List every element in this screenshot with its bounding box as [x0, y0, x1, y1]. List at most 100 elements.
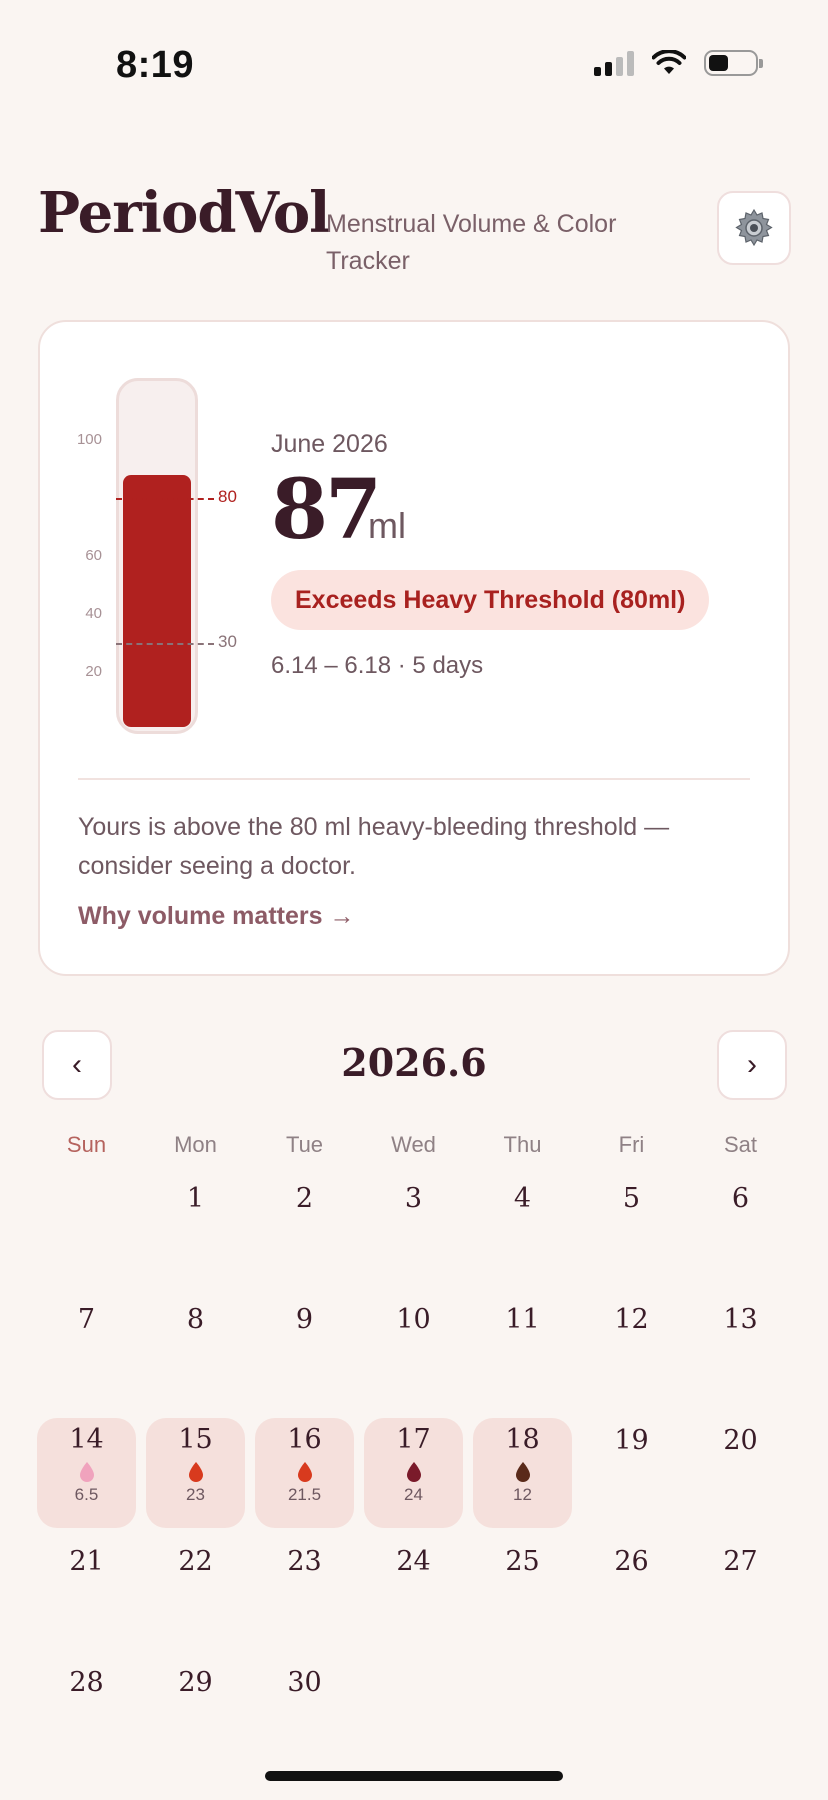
blood-drop-icon: [79, 1462, 94, 1482]
day-cell[interactable]: 3: [359, 1170, 468, 1291]
summary-card: June 2026 87 ml Exceeds Heavy Threshold …: [38, 320, 790, 976]
day-number: 29: [178, 1667, 213, 1698]
day-cell[interactable]: 7: [32, 1291, 141, 1412]
day-cell[interactable]: 8: [141, 1291, 250, 1412]
day-cell[interactable]: 5: [577, 1170, 686, 1291]
status-bar: 8:19: [0, 0, 828, 130]
day-number: 3: [404, 1183, 423, 1214]
day-cell[interactable]: 25: [468, 1533, 577, 1654]
day-number: 25: [505, 1546, 540, 1577]
day-cell[interactable]: 12: [577, 1291, 686, 1412]
day-cell[interactable]: 13: [686, 1291, 795, 1412]
day-volume: 12: [513, 1485, 532, 1504]
gauge-tick-label: 40: [85, 605, 102, 622]
day-number: 30: [287, 1667, 322, 1698]
day-number: 11: [505, 1304, 540, 1335]
day-cell[interactable]: 11: [468, 1291, 577, 1412]
day-cell[interactable]: 15 23: [141, 1412, 250, 1533]
day-number: 8: [186, 1304, 205, 1335]
day-number: 22: [178, 1546, 213, 1577]
day-number: 24: [396, 1546, 431, 1577]
day-cell[interactable]: 9: [250, 1291, 359, 1412]
day-number: 13: [723, 1304, 758, 1335]
day-number: 1: [186, 1183, 205, 1214]
gauge-threshold-label: 80: [218, 487, 237, 506]
day-number: 2: [295, 1183, 314, 1214]
day-volume: 23: [186, 1485, 205, 1504]
day-cell[interactable]: 23: [250, 1533, 359, 1654]
weekday-label: Sat: [723, 1132, 758, 1157]
divider: [78, 778, 750, 780]
day-number: 12: [614, 1304, 649, 1335]
day-number: 19: [614, 1425, 649, 1456]
blood-drop-icon: [297, 1462, 312, 1482]
day-number: 14: [69, 1424, 104, 1455]
period-range: 6.14 – 6.18 · 5 days: [271, 652, 484, 679]
weekday-label: Fri: [618, 1132, 645, 1157]
app-title: PeriodVol: [38, 180, 330, 246]
advice-text: Yours is above the 80 ml heavy-bleeding …: [78, 813, 670, 880]
day-cell[interactable]: 28: [32, 1654, 141, 1775]
day-cell[interactable]: 29: [141, 1654, 250, 1775]
day-cell[interactable]: 19: [577, 1412, 686, 1533]
day-number: 27: [723, 1546, 758, 1577]
day-cell[interactable]: 18 12: [468, 1412, 577, 1533]
day-cell[interactable]: 16 21.5: [250, 1412, 359, 1533]
threshold-badge: Exceeds Heavy Threshold (80ml): [271, 570, 710, 630]
weekday-label: Sun: [66, 1132, 107, 1157]
next-month-button[interactable]: ›: [717, 1030, 787, 1100]
app-subtitle: Menstrual Volume & Color Tracker: [326, 210, 617, 275]
home-indicator: [265, 1771, 563, 1781]
day-number: 4: [513, 1183, 532, 1214]
day-number: 28: [69, 1667, 104, 1698]
summary-unit: ml: [368, 505, 406, 546]
day-cell[interactable]: 27: [686, 1533, 795, 1654]
gauge-tick-label: 60: [85, 547, 102, 564]
day-cell[interactable]: 20: [686, 1412, 795, 1533]
weekday-label: Wed: [391, 1132, 436, 1157]
blood-drop-icon: [188, 1462, 203, 1482]
status-icons: [594, 50, 763, 76]
day-cell[interactable]: 22: [141, 1533, 250, 1654]
weekday-header: Sun Mon Tue Wed Thu Fri Sat: [32, 1132, 795, 1158]
day-cell[interactable]: 10: [359, 1291, 468, 1412]
summary-volume: 87: [271, 462, 382, 558]
day-number: 20: [723, 1425, 758, 1456]
day-cell[interactable]: 30: [250, 1654, 359, 1775]
day-cell[interactable]: 4: [468, 1170, 577, 1291]
day-number: 7: [77, 1304, 96, 1335]
day-cell[interactable]: 6: [686, 1170, 795, 1291]
calendar-month-title: 2026.6: [341, 1040, 487, 1085]
day-cell[interactable]: 1: [141, 1170, 250, 1291]
day-number: 23: [287, 1546, 322, 1577]
weekday-label: Mon: [174, 1132, 217, 1157]
day-cell[interactable]: 26: [577, 1533, 686, 1654]
day-number: 9: [295, 1304, 314, 1335]
day-volume: 21.5: [287, 1485, 322, 1504]
gauge-threshold-line: [116, 643, 214, 645]
day-cell[interactable]: 17 24: [359, 1412, 468, 1533]
day-number: 5: [622, 1183, 641, 1214]
status-time: 8:19: [116, 44, 195, 86]
summary-month: June 2026: [271, 430, 388, 458]
day-cell[interactable]: 24: [359, 1533, 468, 1654]
gauge-threshold-line: [116, 498, 214, 500]
blood-drop-icon: [406, 1462, 421, 1482]
day-number: 16: [287, 1424, 322, 1455]
day-number: 15: [178, 1424, 213, 1455]
day-number: 18: [505, 1424, 540, 1455]
day-cell[interactable]: 21: [32, 1533, 141, 1654]
settings-button[interactable]: [717, 191, 791, 265]
gauge-tick-label: 20: [85, 663, 102, 680]
weekday-label: Thu: [503, 1132, 542, 1157]
why-volume-matters-link[interactable]: Why volume matters →: [78, 902, 354, 931]
day-number: 21: [69, 1546, 104, 1577]
day-number: 17: [396, 1424, 431, 1455]
empty-day-cell: [32, 1170, 141, 1291]
day-cell[interactable]: 14 6.5: [32, 1412, 141, 1533]
gauge-threshold-label: 30: [218, 632, 237, 651]
day-cell[interactable]: 2: [250, 1170, 359, 1291]
day-number: 10: [396, 1304, 431, 1335]
weekday-label: Tue: [285, 1132, 324, 1157]
cellular-signal-icon: [594, 50, 634, 76]
